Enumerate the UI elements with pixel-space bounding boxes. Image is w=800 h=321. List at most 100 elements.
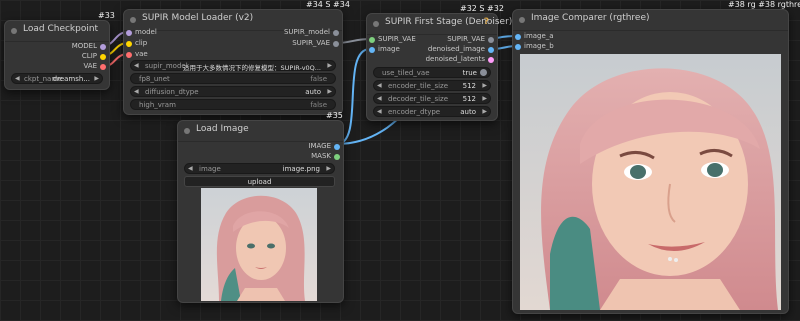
output-denoised-latents-pin[interactable] <box>488 57 494 63</box>
widget-label: supir_model <box>145 62 188 70</box>
portrait-large <box>520 54 781 310</box>
ckpt-name-combo[interactable]: ◀ ckpt_name dreamsh... ▶ <box>11 73 103 84</box>
node-title: Load Image <box>196 124 249 134</box>
high-vram-toggle[interactable]: high_vram false <box>130 99 336 110</box>
right-arrow-icon[interactable]: ▶ <box>482 82 487 89</box>
right-arrow-icon[interactable]: ▶ <box>482 95 487 102</box>
comparison-preview[interactable] <box>520 54 781 310</box>
node-status-dot-icon[interactable] <box>373 21 379 27</box>
node-status-dot-icon[interactable] <box>519 17 525 23</box>
widget-value: 512 <box>462 82 476 90</box>
node-header[interactable]: Image Comparer (rgthree) <box>513 10 788 31</box>
image-comparer-node[interactable]: Image Comparer (rgthree) image_a image_b <box>512 9 789 314</box>
output-supir-vae-label: SUPIR_VAE <box>292 39 330 47</box>
node-status-dot-icon[interactable] <box>11 28 17 34</box>
output-supir-vae-pin[interactable] <box>333 41 339 47</box>
left-arrow-icon[interactable]: ◀ <box>134 62 139 69</box>
node-id-badge: #33 <box>98 11 115 20</box>
output-image-pin[interactable] <box>334 144 340 150</box>
image-file-combo[interactable]: ◀ image image.png ▶ <box>184 163 335 174</box>
input-supir-vae-label: SUPIR_VAE <box>378 35 416 43</box>
supir-first-stage-node[interactable]: SUPIR First Stage (Denoiser) ? SUPIR_VAE… <box>366 13 512 121</box>
left-arrow-icon[interactable]: ◀ <box>377 95 382 102</box>
encoder-dtype-combo[interactable]: ◀ encoder_dtype auto ▶ <box>373 106 491 117</box>
input-model-label: model <box>135 28 157 36</box>
input-clip-pin[interactable] <box>126 41 132 47</box>
node-id-badge: #32 S #32 <box>460 4 504 13</box>
widget-label: decoder_tile_size <box>388 95 449 103</box>
decoder-tile-size-number[interactable]: ◀ decoder_tile_size 512 ▶ <box>373 93 491 104</box>
widget-value: dreamsh... <box>52 75 90 83</box>
widget-label: fp8_unet <box>139 75 170 83</box>
node-title: SUPIR First Stage (Denoiser) <box>385 17 513 27</box>
widget-value: auto <box>305 88 321 96</box>
image-preview <box>201 188 317 301</box>
fp8-unet-toggle[interactable]: fp8_unet false <box>130 73 336 84</box>
widget-value: image.png <box>282 165 320 173</box>
left-arrow-icon[interactable]: ◀ <box>134 88 139 95</box>
output-supir-model-pin[interactable] <box>333 30 339 36</box>
help-icon[interactable]: ? <box>484 17 489 27</box>
output-vae-pin[interactable] <box>100 64 106 70</box>
output-model-pin[interactable] <box>100 44 106 50</box>
output-model-label: MODEL <box>71 42 97 50</box>
node-id-badge: #35 <box>326 111 343 120</box>
use-tiled-vae-toggle[interactable]: use_tiled_vae true <box>373 67 491 78</box>
output-mask-label: MASK <box>311 152 331 160</box>
node-title: Image Comparer (rgthree) <box>531 13 650 23</box>
output-image-label: IMAGE <box>308 142 331 150</box>
output-supir-vae-label: SUPIR_VAE <box>447 35 485 43</box>
supir-model-loader-node[interactable]: SUPIR Model Loader (v2) model clip vae S… <box>123 9 343 115</box>
load-image-node[interactable]: Load Image IMAGE MASK ◀ image image.png … <box>177 120 344 303</box>
widget-value: false <box>310 75 327 83</box>
output-supir-vae-pin[interactable] <box>488 37 494 43</box>
left-arrow-icon[interactable]: ◀ <box>377 82 382 89</box>
input-vae-label: vae <box>135 50 148 58</box>
widget-value: auto <box>460 108 476 116</box>
output-vae-label: VAE <box>83 62 97 70</box>
upload-button[interactable]: upload <box>184 176 335 187</box>
right-arrow-icon[interactable]: ▶ <box>94 75 99 82</box>
output-denoised-image-pin[interactable] <box>488 47 494 53</box>
node-id-badge: #38 rg #38 rgthree <box>728 0 800 9</box>
right-arrow-icon[interactable]: ▶ <box>327 88 332 95</box>
input-image-b-label: image_b <box>524 42 554 50</box>
left-arrow-icon[interactable]: ◀ <box>377 108 382 115</box>
node-header[interactable]: Load Image <box>178 121 343 142</box>
node-header[interactable]: Load Checkpoint <box>5 21 109 42</box>
input-supir-vae-pin[interactable] <box>369 37 375 43</box>
input-image-b-pin[interactable] <box>515 44 521 50</box>
output-clip-pin[interactable] <box>100 54 106 60</box>
widget-value: true <box>462 69 477 77</box>
output-denoised-image-label: denoised_image <box>427 45 485 53</box>
diffusion-dtype-combo[interactable]: ◀ diffusion_dtype auto ▶ <box>130 86 336 97</box>
load-checkpoint-node[interactable]: Load Checkpoint MODEL CLIP VAE ◀ ckpt_na… <box>4 20 110 90</box>
input-image-a-label: image_a <box>524 32 554 40</box>
widget-value: 512 <box>462 95 476 103</box>
supir-model-combo[interactable]: ◀ supir_model 适用于大多数情况下的修复模型：SUPIR-v0Q..… <box>130 60 336 72</box>
toggle-knob-icon[interactable] <box>480 69 487 76</box>
input-image-a-pin[interactable] <box>515 34 521 40</box>
input-model-pin[interactable] <box>126 30 132 36</box>
widget-label: encoder_tile_size <box>388 82 449 90</box>
encoder-tile-size-number[interactable]: ◀ encoder_tile_size 512 ▶ <box>373 80 491 91</box>
node-header[interactable]: SUPIR First Stage (Denoiser) ? <box>367 14 512 35</box>
input-image-pin[interactable] <box>369 47 375 53</box>
widget-label: high_vram <box>139 101 176 109</box>
widget-value: 适用于大多数情况下的修复模型：SUPIR-v0Q... <box>183 64 321 72</box>
left-arrow-icon[interactable]: ◀ <box>188 165 193 172</box>
node-status-dot-icon[interactable] <box>130 17 136 23</box>
node-status-dot-icon[interactable] <box>184 128 190 134</box>
widget-label: encoder_dtype <box>388 108 441 116</box>
output-supir-model-label: SUPIR_model <box>283 28 330 36</box>
output-clip-label: CLIP <box>81 52 97 60</box>
node-title: Load Checkpoint <box>23 24 99 34</box>
left-arrow-icon[interactable]: ◀ <box>15 75 20 82</box>
right-arrow-icon[interactable]: ▶ <box>326 165 331 172</box>
portrait-thumbnail <box>201 188 317 301</box>
right-arrow-icon[interactable]: ▶ <box>482 108 487 115</box>
input-vae-pin[interactable] <box>126 52 132 58</box>
widget-value: false <box>310 101 327 109</box>
right-arrow-icon[interactable]: ▶ <box>327 62 332 69</box>
output-mask-pin[interactable] <box>334 154 340 160</box>
